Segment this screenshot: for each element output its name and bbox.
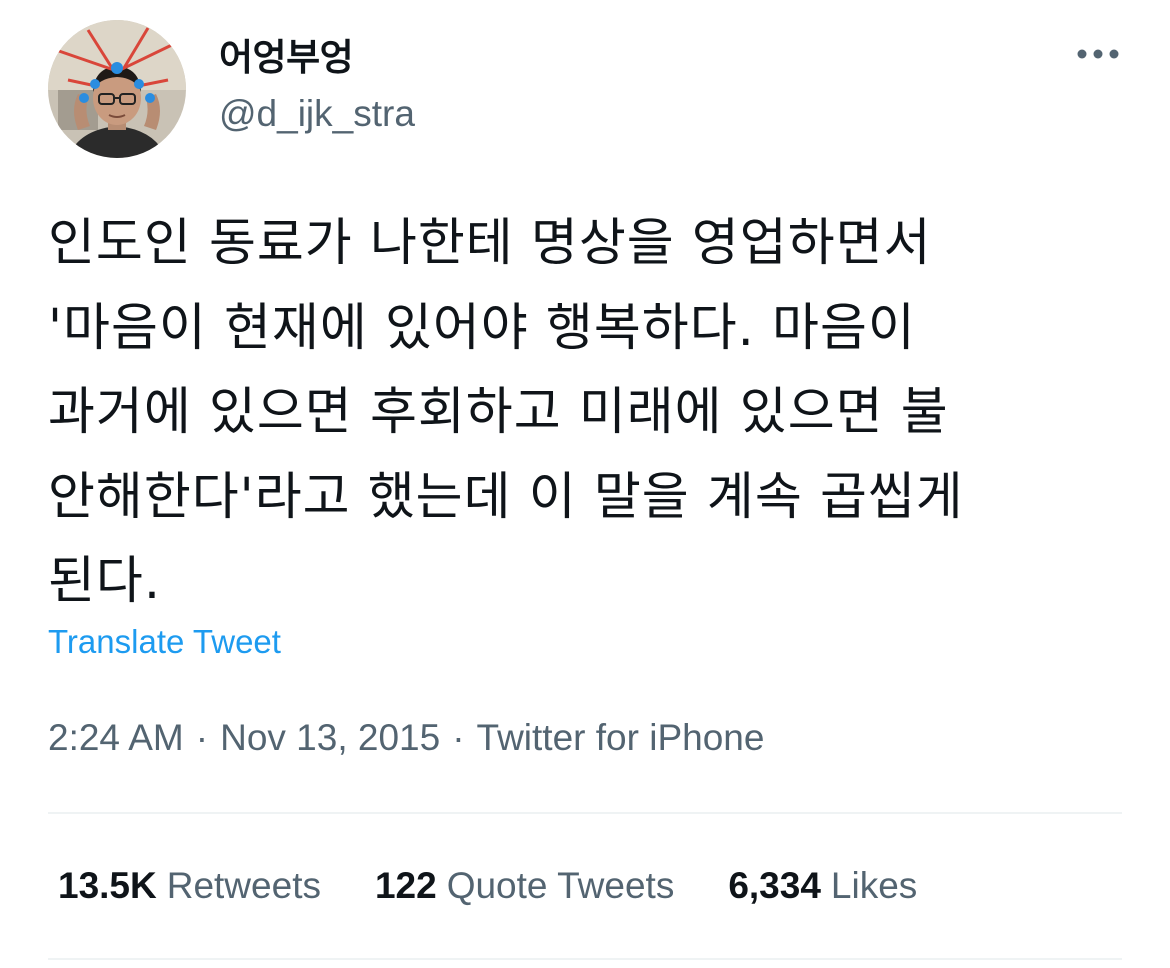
divider <box>48 958 1122 960</box>
user-handle[interactable]: @d_ijk_stra <box>219 90 415 138</box>
meta-separator: · <box>195 717 209 758</box>
divider <box>48 812 1122 814</box>
retweets-stat[interactable]: 13.5K Retweets <box>58 862 321 910</box>
likes-stat[interactable]: 6,334 Likes <box>728 862 917 910</box>
translate-tweet-link[interactable]: Translate Tweet <box>48 620 281 664</box>
tweet-time[interactable]: 2:24 AM <box>48 717 184 758</box>
quote-tweets-label: Quote Tweets <box>446 865 675 906</box>
tweet-source[interactable]: Twitter for iPhone <box>477 717 765 758</box>
likes-label: Likes <box>830 865 918 906</box>
profile-photo-icon <box>48 20 186 158</box>
meta-separator: · <box>452 717 465 758</box>
quote-tweets-stat[interactable]: 122 Quote Tweets <box>375 862 674 910</box>
ellipsis-icon[interactable] <box>1076 42 1120 66</box>
retweets-label: Retweets <box>166 865 321 906</box>
avatar[interactable] <box>48 20 186 158</box>
display-name[interactable]: 어엉부엉 <box>219 34 354 82</box>
quote-tweets-count: 122 <box>374 865 437 906</box>
engagement-stats: 13.5K Retweets 122 Quote Tweets 6,334 Likes <box>58 862 971 910</box>
likes-count: 6,334 <box>728 865 821 906</box>
retweets-count: 13.5K <box>58 865 157 906</box>
tweet-meta: 2:24 AM · Nov 13, 2015 · Twitter for iPhone <box>48 714 764 762</box>
tweet-date[interactable]: Nov 13, 2015 <box>220 717 440 758</box>
tweet-text: 인도인 동료가 나한테 명상을 영업하면서 '마음이 현재에 있어야 행복하다.… <box>48 214 964 611</box>
